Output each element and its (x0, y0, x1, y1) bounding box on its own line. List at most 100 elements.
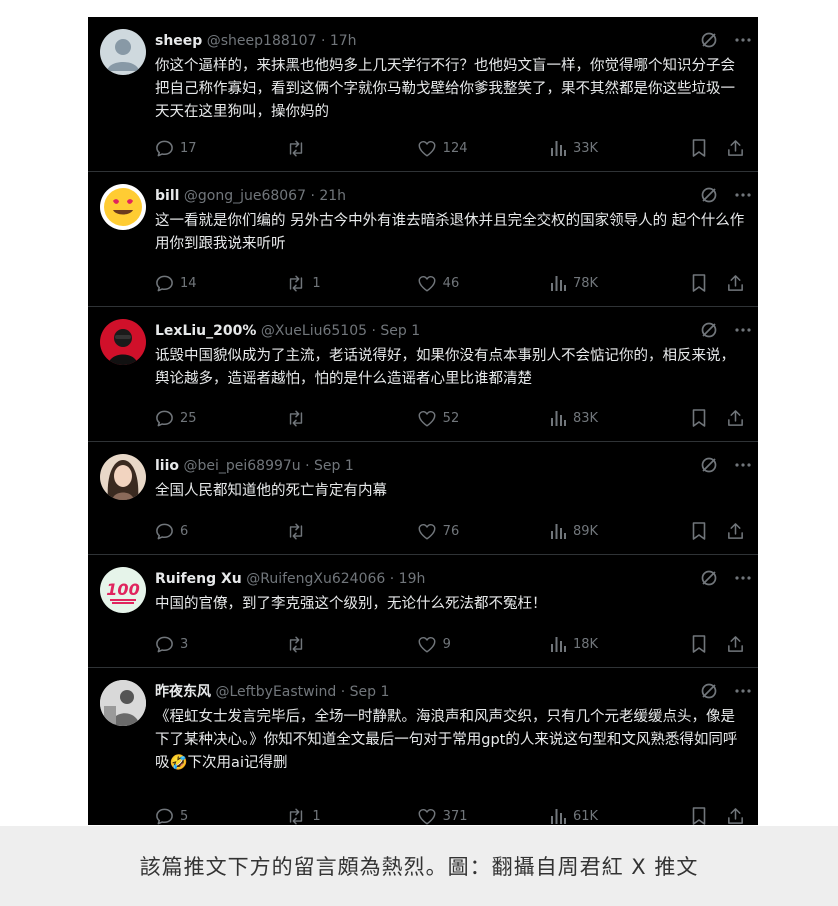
like-button[interactable]: 46 (417, 274, 549, 293)
avatar[interactable] (100, 319, 146, 365)
reply-icon (155, 807, 174, 826)
share-button[interactable] (726, 521, 746, 541)
views-icon (549, 807, 567, 825)
like-button[interactable]: 76 (417, 522, 549, 541)
user-handle[interactable]: @LeftbyEastwind (215, 684, 336, 700)
reply-tweet[interactable]: sheep @sheep188107 · 17h 你这个逼样的，来抹黑也他妈多上… (88, 17, 758, 172)
bookmark-button[interactable] (690, 138, 726, 158)
image-caption: 該篇推文下方的留言頗為熱烈。圖：翻攝自周君紅 X 推文 (0, 826, 838, 906)
timestamp[interactable]: Sep 1 (380, 323, 420, 339)
views-icon (549, 409, 567, 427)
views-button[interactable]: 78K (549, 274, 690, 292)
user-handle[interactable]: @XueLiu65105 (261, 323, 367, 339)
header-icons (700, 321, 752, 339)
like-button[interactable]: 9 (417, 635, 549, 654)
tweet-text: 你这个逼样的，来抹黑也他妈多上几天学行不行？也他妈文盲一样，你觉得哪个知识分子会… (155, 58, 735, 120)
display-name[interactable]: 昨夜东风 (155, 684, 211, 700)
user-handle[interactable]: @bei_pei68997u (183, 458, 300, 474)
views-icon (549, 635, 567, 653)
like-button[interactable]: 52 (417, 409, 549, 428)
timestamp[interactable]: 21h (319, 188, 346, 204)
retweet-button[interactable] (286, 522, 416, 541)
reply-tweet[interactable]: 100 Ruifeng Xu @RuifengXu624066 · 19h 中国… (88, 555, 758, 668)
reply-button[interactable]: 17 (155, 139, 286, 158)
reply-button[interactable]: 3 (155, 635, 286, 654)
reply-tweet[interactable]: liio @bei_pei68997u · Sep 1 全国人民都知道他的死亡肯… (88, 442, 758, 555)
like-icon (417, 522, 437, 541)
share-button[interactable] (726, 273, 746, 293)
user-handle[interactable]: @sheep188107 (207, 33, 317, 49)
display-name[interactable]: Ruifeng Xu (155, 571, 242, 587)
reply-tweet[interactable]: LexLiu_200% @XueLiu65105 · Sep 1 诋毁中国貌似成… (88, 307, 758, 442)
more-icon[interactable] (734, 321, 752, 339)
more-icon[interactable] (734, 31, 752, 49)
user-handle[interactable]: @gong_jue68067 (184, 188, 306, 204)
display-name[interactable]: sheep (155, 33, 202, 49)
separator-dot: · (389, 571, 395, 587)
bookmark-button[interactable] (690, 806, 726, 825)
reply-icon (155, 635, 174, 654)
grok-icon[interactable] (700, 682, 718, 700)
reply-tweet[interactable]: 昨夜东风 @LeftbyEastwind · Sep 1 《程虹女士发言完毕后，… (88, 668, 758, 825)
tweet-text: 这一看就是你们编的 另外古今中外有谁去暗杀退休并且完全交权的国家领导人的 起个什… (155, 213, 745, 252)
more-icon[interactable] (734, 569, 752, 587)
timestamp[interactable]: Sep 1 (350, 684, 390, 700)
retweet-count: 1 (312, 275, 321, 291)
bookmark-button[interactable] (690, 273, 726, 293)
tweet-text: 《程虹女士发言完毕后，全场一时静默。海浪声和风声交织，只有几个元老缓缓点头，像是… (155, 709, 738, 771)
retweet-button[interactable] (286, 635, 416, 654)
tweet-header: liio @bei_pei68997u · Sep 1 (155, 456, 746, 476)
views-button[interactable]: 33K (549, 139, 690, 157)
reply-tweet[interactable]: bill @gong_jue68067 · 21h 这一看就是你们编的 另外古今… (88, 172, 758, 307)
retweet-button[interactable] (286, 139, 416, 158)
more-icon[interactable] (734, 682, 752, 700)
more-icon[interactable] (734, 456, 752, 474)
bookmark-icon (690, 273, 708, 293)
reply-button[interactable]: 6 (155, 522, 286, 541)
avatar[interactable] (100, 680, 146, 726)
grok-icon[interactable] (700, 321, 718, 339)
reply-icon (155, 522, 174, 541)
reply-button[interactable]: 14 (155, 274, 286, 293)
reply-count: 5 (180, 808, 189, 824)
avatar[interactable] (100, 29, 146, 75)
display-name[interactable]: LexLiu_200% (155, 323, 256, 339)
reply-button[interactable]: 5 (155, 807, 286, 826)
like-icon (417, 409, 437, 428)
more-icon[interactable] (734, 186, 752, 204)
retweet-icon (286, 807, 306, 826)
timestamp[interactable]: 17h (330, 33, 357, 49)
avatar[interactable] (100, 184, 146, 230)
retweet-button[interactable]: 1 (286, 274, 416, 293)
views-button[interactable]: 83K (549, 409, 690, 427)
retweet-button[interactable]: 1 (286, 807, 416, 826)
bookmark-button[interactable] (690, 408, 726, 428)
share-button[interactable] (726, 634, 746, 654)
like-count: 9 (442, 636, 451, 652)
bookmark-button[interactable] (690, 634, 726, 654)
separator-dot: · (320, 33, 326, 49)
share-button[interactable] (726, 408, 746, 428)
like-count: 46 (442, 275, 460, 291)
user-handle[interactable]: @RuifengXu624066 (246, 571, 385, 587)
display-name[interactable]: liio (155, 458, 179, 474)
views-button[interactable]: 89K (549, 522, 690, 540)
avatar[interactable] (100, 454, 146, 500)
share-button[interactable] (726, 806, 746, 825)
views-button[interactable]: 18K (549, 635, 690, 653)
retweet-button[interactable] (286, 409, 416, 428)
timestamp[interactable]: 19h (399, 571, 426, 587)
grok-icon[interactable] (700, 31, 718, 49)
like-button[interactable]: 124 (417, 139, 549, 158)
bookmark-button[interactable] (690, 521, 726, 541)
grok-icon[interactable] (700, 569, 718, 587)
grok-icon[interactable] (700, 456, 718, 474)
share-button[interactable] (726, 138, 746, 158)
grok-icon[interactable] (700, 186, 718, 204)
timestamp[interactable]: Sep 1 (314, 458, 354, 474)
views-button[interactable]: 61K (549, 807, 690, 825)
reply-button[interactable]: 25 (155, 409, 286, 428)
like-button[interactable]: 371 (417, 807, 549, 826)
display-name[interactable]: bill (155, 188, 179, 204)
avatar[interactable]: 100 (100, 567, 146, 613)
